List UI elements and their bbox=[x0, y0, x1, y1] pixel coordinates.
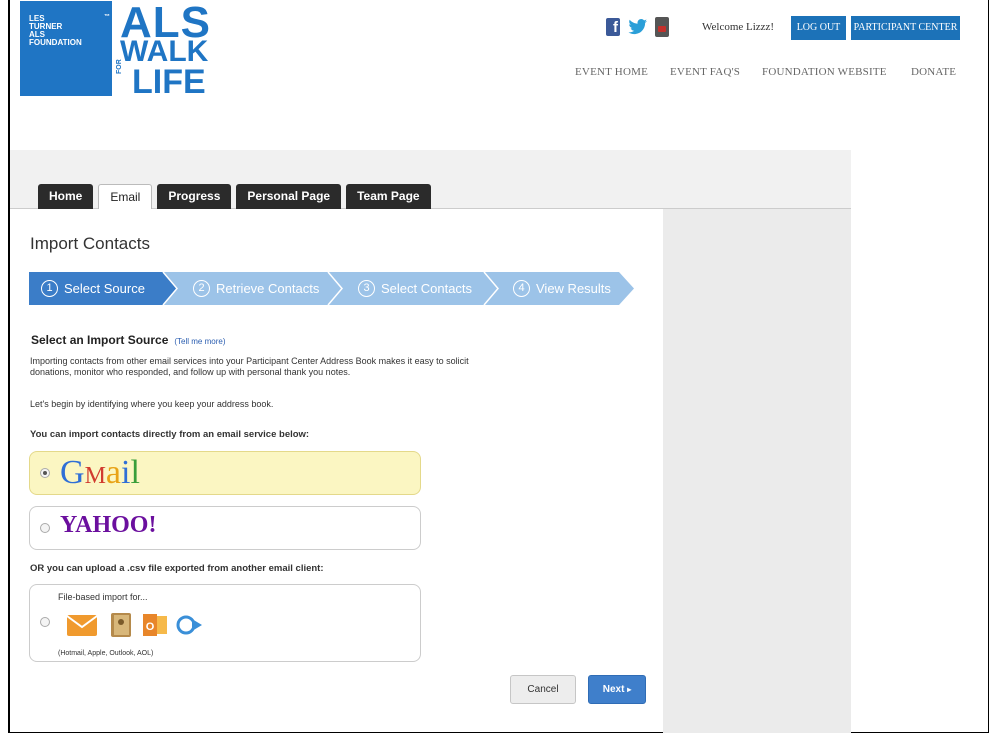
gmail-logo: GMail bbox=[60, 454, 140, 491]
facebook-icon[interactable]: f bbox=[606, 18, 620, 36]
twitter-icon[interactable] bbox=[628, 18, 648, 36]
hotmail-envelope-icon bbox=[66, 615, 98, 636]
wizard-step-select-source: 1 Select Source bbox=[29, 272, 145, 305]
yahoo-radio[interactable] bbox=[40, 523, 50, 533]
foundation-logo[interactable]: LES TURNER ALS FOUNDATION ™ bbox=[20, 1, 112, 96]
intro-line: donations, monitor who responded, and fo… bbox=[30, 367, 351, 377]
csv-import-label: OR you can upload a .csv file exported f… bbox=[30, 563, 324, 574]
next-arrow-icon: ▸ bbox=[627, 685, 632, 694]
welcome-text: Welcome Lizzz! bbox=[702, 21, 775, 33]
tab-team-page[interactable]: Team Page bbox=[346, 184, 431, 209]
file-import-note: (Hotmail, Apple, Outlook, AOL) bbox=[58, 650, 154, 657]
right-sidebar bbox=[663, 209, 851, 733]
begin-text: Let's begin by identifying where you kee… bbox=[30, 399, 274, 409]
logout-button[interactable]: LOG OUT bbox=[791, 16, 846, 40]
intro-line: Importing contacts from other email serv… bbox=[30, 356, 469, 366]
svg-text:O: O bbox=[146, 621, 155, 633]
next-label: Next bbox=[602, 684, 625, 695]
gmail-option[interactable]: GMail bbox=[29, 451, 421, 495]
participant-center-button[interactable]: PARTICIPANT CENTER bbox=[851, 16, 960, 40]
step-number: 2 bbox=[193, 280, 210, 298]
participant-tabs: Home Email Progress Personal Page Team P… bbox=[38, 184, 431, 209]
nav-foundation-website[interactable]: FOUNDATION WEBSITE bbox=[762, 66, 887, 78]
yahoo-option[interactable]: YAHOO! bbox=[29, 506, 421, 550]
step-label: Retrieve Contacts bbox=[216, 281, 320, 296]
intro-text: Importing contacts from other email serv… bbox=[30, 356, 469, 378]
wizard-step-select-contacts: 3 Select Contacts bbox=[346, 272, 472, 305]
nav-donate[interactable]: DONATE bbox=[911, 66, 956, 78]
section-title: Select an Import Source (Tell me more) bbox=[31, 333, 226, 347]
tab-personal-page[interactable]: Personal Page bbox=[236, 184, 342, 209]
nav-event-faqs[interactable]: EVENT FAQ'S bbox=[670, 66, 740, 78]
nav-event-home[interactable]: EVENT HOME bbox=[575, 66, 648, 78]
next-button[interactable]: Next ▸ bbox=[588, 675, 646, 704]
file-import-label: File-based import for... bbox=[58, 592, 148, 602]
step-number: 4 bbox=[513, 280, 530, 298]
gmail-radio[interactable] bbox=[40, 468, 50, 478]
section-title-text: Select an Import Source bbox=[31, 333, 169, 347]
page-title: Import Contacts bbox=[30, 234, 150, 253]
import-wizard-steps: 1 Select Source 2 Retrieve Contacts 3 Selec… bbox=[29, 272, 634, 305]
tab-home[interactable]: Home bbox=[38, 184, 94, 209]
step-number: 1 bbox=[41, 280, 58, 298]
youtube-icon[interactable] bbox=[655, 17, 669, 37]
file-import-radio[interactable] bbox=[40, 617, 50, 627]
yahoo-logo: YAHOO! bbox=[60, 512, 157, 538]
aol-icon bbox=[176, 615, 202, 635]
cancel-button[interactable]: Cancel bbox=[510, 675, 576, 704]
tab-progress[interactable]: Progress bbox=[157, 184, 232, 209]
step-number: 3 bbox=[358, 280, 375, 298]
step-label: Select Source bbox=[64, 281, 145, 296]
wizard-step-view-results: 4 View Results bbox=[501, 272, 611, 305]
logo-for: FOR bbox=[116, 59, 123, 74]
logo-line: FOUNDATION bbox=[29, 38, 82, 47]
step-label: Select Contacts bbox=[381, 281, 473, 296]
file-import-option[interactable]: File-based import for... O (Hotmail, App… bbox=[29, 584, 421, 662]
apple-addressbook-icon bbox=[111, 613, 131, 637]
step-label: View Results bbox=[536, 281, 611, 296]
tell-me-more-link[interactable]: (Tell me more) bbox=[174, 337, 225, 346]
tab-email[interactable]: Email bbox=[98, 184, 153, 209]
logo-life: LIFE bbox=[132, 63, 206, 101]
trademark-mark: ™ bbox=[104, 14, 110, 20]
wizard-step-retrieve-contacts: 2 Retrieve Contacts bbox=[181, 272, 319, 305]
outlook-icon: O bbox=[143, 614, 167, 636]
direct-import-label: You can import contacts directly from an… bbox=[30, 429, 310, 440]
